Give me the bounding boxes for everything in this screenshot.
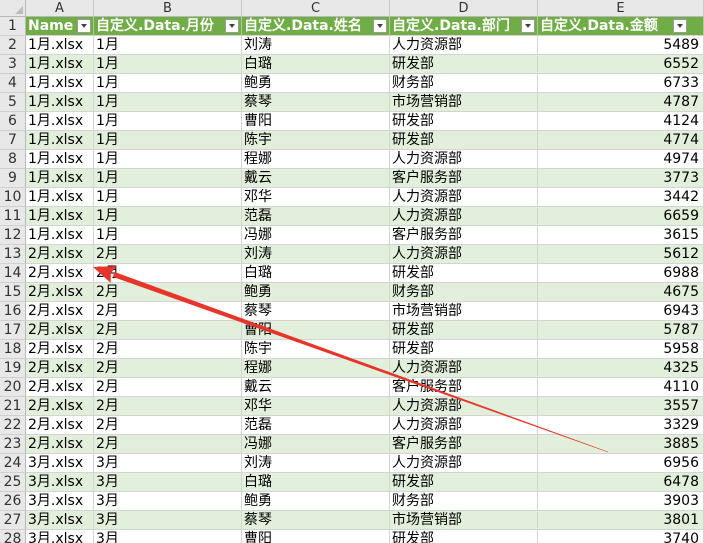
red-arrow-icon (93, 265, 609, 453)
spreadsheet: A B C D E 1 Name 自定义.Data.月份 自定义.Data.姓名… (0, 0, 704, 543)
arrow-shaft (112, 271, 609, 453)
arrow-head (93, 265, 117, 283)
